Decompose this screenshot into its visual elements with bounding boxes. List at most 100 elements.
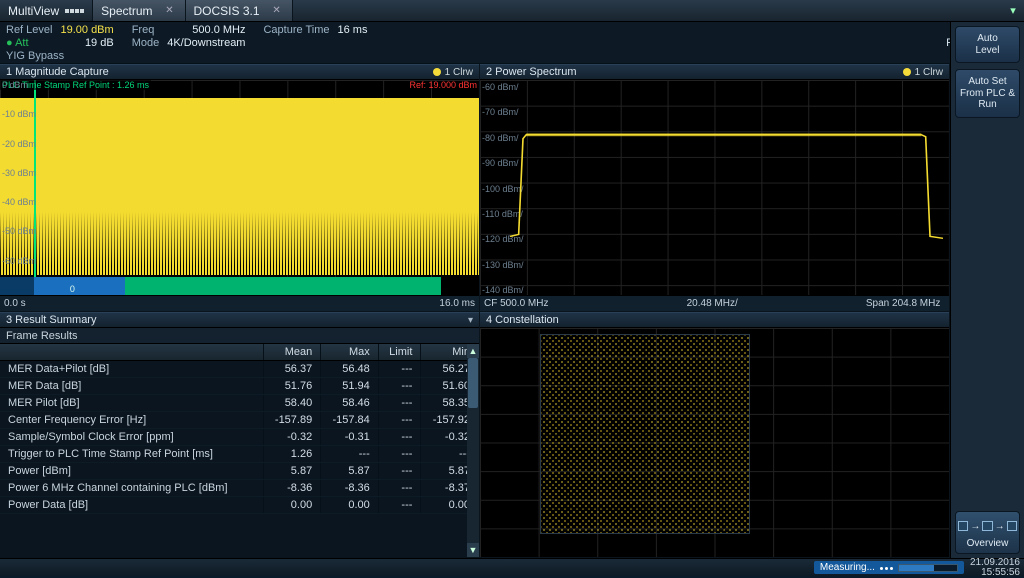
- cf-label: CF 500.0 MHz: [484, 298, 636, 309]
- table-cell: -0.31: [321, 429, 379, 446]
- close-icon[interactable]: ✕: [270, 4, 284, 18]
- magnitude-plot[interactable]: PLC Time Stamp Ref Point : 1.26 ms Ref: …: [0, 80, 479, 311]
- table-cell: 1.26: [263, 446, 321, 463]
- capture-time-value: 16 ms: [338, 24, 368, 36]
- att-label: ● Att: [6, 37, 52, 49]
- constellation-plot[interactable]: [480, 328, 949, 557]
- spectrum-x-axis: CF 500.0 MHz 20.48 MHz/ Span 204.8 MHz: [480, 295, 949, 311]
- softkey-sidebar: Auto Level Auto Set From PLC & Run →→ Ov…: [950, 22, 1024, 558]
- scroll-up-icon[interactable]: ▲: [467, 344, 479, 358]
- mode-value: 4K/Downstream: [167, 37, 245, 49]
- table-cell: 5.87: [263, 463, 321, 480]
- multiview-grid-icon: [65, 9, 84, 13]
- panel-result-summary[interactable]: 3 Result Summary ▾ Frame Results Mean Ma…: [0, 312, 480, 558]
- table-cell: MER Data [dB]: [0, 378, 263, 395]
- att-value: 19 dB: [60, 37, 113, 49]
- table-row[interactable]: Trigger to PLC Time Stamp Ref Point [ms]…: [0, 446, 479, 463]
- status-bar: Measuring... 21.09.2016 15:55:56: [0, 558, 1024, 576]
- panel-title: 4 Constellation: [486, 314, 559, 326]
- table-cell: ---: [378, 480, 421, 497]
- scroll-thumb[interactable]: [468, 358, 478, 408]
- table-cell: ---: [378, 446, 421, 463]
- panel-grid: 1 Magnitude Capture 1 Clrw PLC Time Stam…: [0, 64, 950, 558]
- panel-constellation[interactable]: 4 Constellation: [480, 312, 950, 558]
- time-value: 15:55:56: [970, 568, 1020, 578]
- col-mean[interactable]: Mean: [263, 344, 321, 361]
- constellation-points: [540, 334, 750, 534]
- scroll-down-icon[interactable]: ▼: [467, 543, 479, 557]
- auto-set-plc-button[interactable]: Auto Set From PLC & Run: [955, 69, 1020, 118]
- tab-docsis[interactable]: DOCSIS 3.1 ✕: [186, 0, 293, 21]
- tab-label: DOCSIS 3.1: [194, 4, 260, 18]
- col-limit[interactable]: Limit: [378, 344, 421, 361]
- freq-label: Freq: [132, 24, 160, 36]
- auto-level-button[interactable]: Auto Level: [955, 26, 1020, 63]
- frame-results-heading: Frame Results: [0, 328, 479, 344]
- panel-power-spectrum[interactable]: 2 Power Spectrum 1 Clrw -60 dBm/-70 dBm/…: [480, 64, 950, 312]
- table-cell: MER Pilot [dB]: [0, 395, 263, 412]
- table-cell: -157.89: [263, 412, 321, 429]
- trace-dot-icon: [903, 68, 911, 76]
- panel3-titlebar[interactable]: 3 Result Summary ▾: [0, 312, 479, 328]
- table-cell: ---: [378, 361, 421, 378]
- table-row[interactable]: Center Frequency Error [Hz]-157.89-157.8…: [0, 412, 479, 429]
- table-cell: -157.84: [321, 412, 379, 429]
- results-table-wrapper: Mean Max Limit Min MER Data+Pilot [dB]56…: [0, 344, 479, 557]
- table-cell: -0.32: [263, 429, 321, 446]
- table-cell: ---: [378, 412, 421, 429]
- results-scrollbar[interactable]: ▲ ▼: [467, 344, 479, 557]
- table-cell: Sample/Symbol Clock Error [ppm]: [0, 429, 263, 446]
- tab-multiview[interactable]: MultiView: [0, 0, 93, 21]
- table-cell: -8.36: [321, 480, 379, 497]
- x-right-label: 16.0 ms: [439, 298, 475, 309]
- table-cell: Power 6 MHz Channel containing PLC [dBm]: [0, 480, 263, 497]
- table-cell: 58.40: [263, 395, 321, 412]
- spectrum-trace: [510, 80, 943, 295]
- table-cell: Power [dBm]: [0, 463, 263, 480]
- table-cell: 58.46: [321, 395, 379, 412]
- overview-label: Overview: [967, 538, 1009, 549]
- table-row[interactable]: MER Data [dB]51.7651.94---51.60: [0, 378, 479, 395]
- table-cell: 0.00: [321, 497, 379, 514]
- table-cell: 51.94: [321, 378, 379, 395]
- table-cell: Trigger to PLC Time Stamp Ref Point [ms]: [0, 446, 263, 463]
- panel-menu-icon[interactable]: ▾: [468, 315, 473, 326]
- progress-dots-icon: [879, 562, 894, 573]
- measuring-indicator: Measuring...: [814, 561, 964, 574]
- table-row[interactable]: Power [dBm]5.875.87---5.87: [0, 463, 479, 480]
- table-cell: 5.87: [321, 463, 379, 480]
- tabbar-menu-button[interactable]: ▾: [1002, 0, 1024, 21]
- panel-magnitude-capture[interactable]: 1 Magnitude Capture 1 Clrw PLC Time Stam…: [0, 64, 480, 312]
- table-cell: ---: [378, 497, 421, 514]
- panel4-titlebar[interactable]: 4 Constellation: [480, 312, 949, 328]
- table-row[interactable]: MER Pilot [dB]58.4058.46---58.35: [0, 395, 479, 412]
- table-row[interactable]: MER Data+Pilot [dB]56.3756.48---56.27: [0, 361, 479, 378]
- table-cell: 0.00: [263, 497, 321, 514]
- mode-label: Mode: [132, 37, 160, 49]
- table-row[interactable]: Power Data [dB]0.000.00---0.00: [0, 497, 479, 514]
- x-left-label: 0.0 s: [4, 298, 26, 309]
- table-row[interactable]: Power 6 MHz Channel containing PLC [dBm]…: [0, 480, 479, 497]
- col-name[interactable]: [0, 344, 263, 361]
- frame-timeline: 0: [0, 277, 479, 295]
- panel1-titlebar[interactable]: 1 Magnitude Capture 1 Clrw: [0, 64, 479, 80]
- panel2-titlebar[interactable]: 2 Power Spectrum 1 Clrw: [480, 64, 949, 80]
- table-cell: Power Data [dB]: [0, 497, 263, 514]
- datetime-display: 21.09.2016 15:55:56: [970, 558, 1020, 578]
- magnitude-x-axis: 0.0 s 16.0 ms: [0, 295, 479, 311]
- table-cell: Center Frequency Error [Hz]: [0, 412, 263, 429]
- overview-button[interactable]: →→ Overview: [955, 511, 1020, 554]
- overview-icon: →→: [958, 516, 1017, 536]
- trace-dot-icon: [433, 68, 441, 76]
- capture-time-label: Capture Time: [263, 24, 329, 36]
- close-icon[interactable]: ✕: [163, 4, 177, 18]
- panel-title: 3 Result Summary: [6, 314, 96, 326]
- span-label: Span 204.8 MHz: [788, 298, 940, 309]
- tab-spectrum[interactable]: Spectrum ✕: [93, 0, 185, 21]
- ref-level-marker: Ref: 19.000 dBm: [409, 80, 477, 90]
- ref-level-value: 19.00 dBm: [60, 24, 113, 36]
- table-cell: 51.76: [263, 378, 321, 395]
- table-row[interactable]: Sample/Symbol Clock Error [ppm]-0.32-0.3…: [0, 429, 479, 446]
- col-max[interactable]: Max: [321, 344, 379, 361]
- spectrum-plot[interactable]: -60 dBm/-70 dBm/-80 dBm/-90 dBm/-100 dBm…: [480, 80, 949, 311]
